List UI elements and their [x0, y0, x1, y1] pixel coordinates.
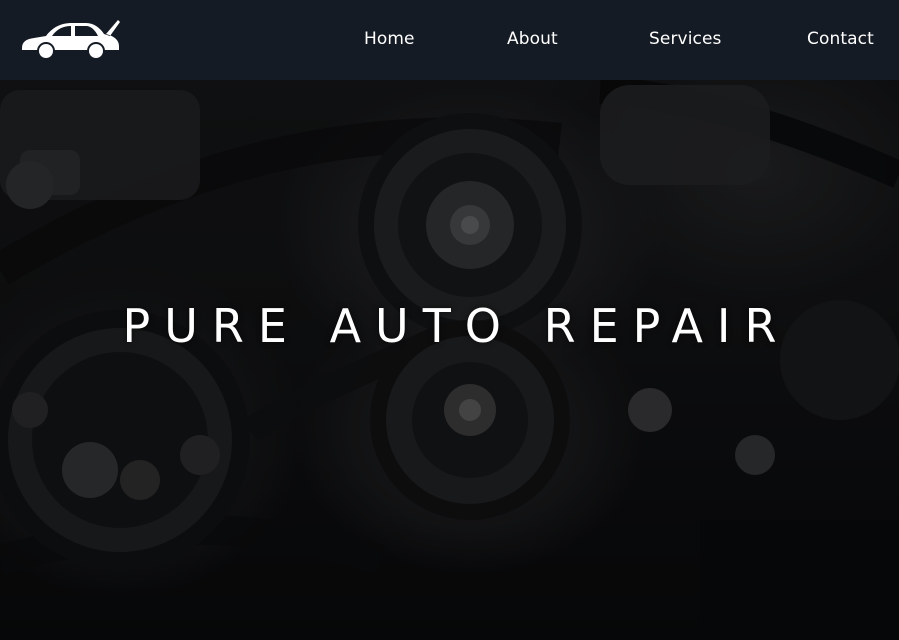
navbar: Home About Services Contact — [0, 0, 899, 80]
page: Home About Services Contact PURE AUTO RE… — [0, 0, 899, 640]
car-open-hood-icon — [22, 20, 120, 60]
nav-link-contact[interactable]: Contact — [807, 29, 874, 49]
car-logo-icon[interactable] — [20, 18, 122, 62]
nav-link-services[interactable]: Services — [649, 29, 722, 49]
hero-title: PURE AUTO REPAIR — [122, 299, 791, 353]
nav-link-home[interactable]: Home — [364, 29, 415, 49]
nav-link-about[interactable]: About — [507, 29, 558, 49]
